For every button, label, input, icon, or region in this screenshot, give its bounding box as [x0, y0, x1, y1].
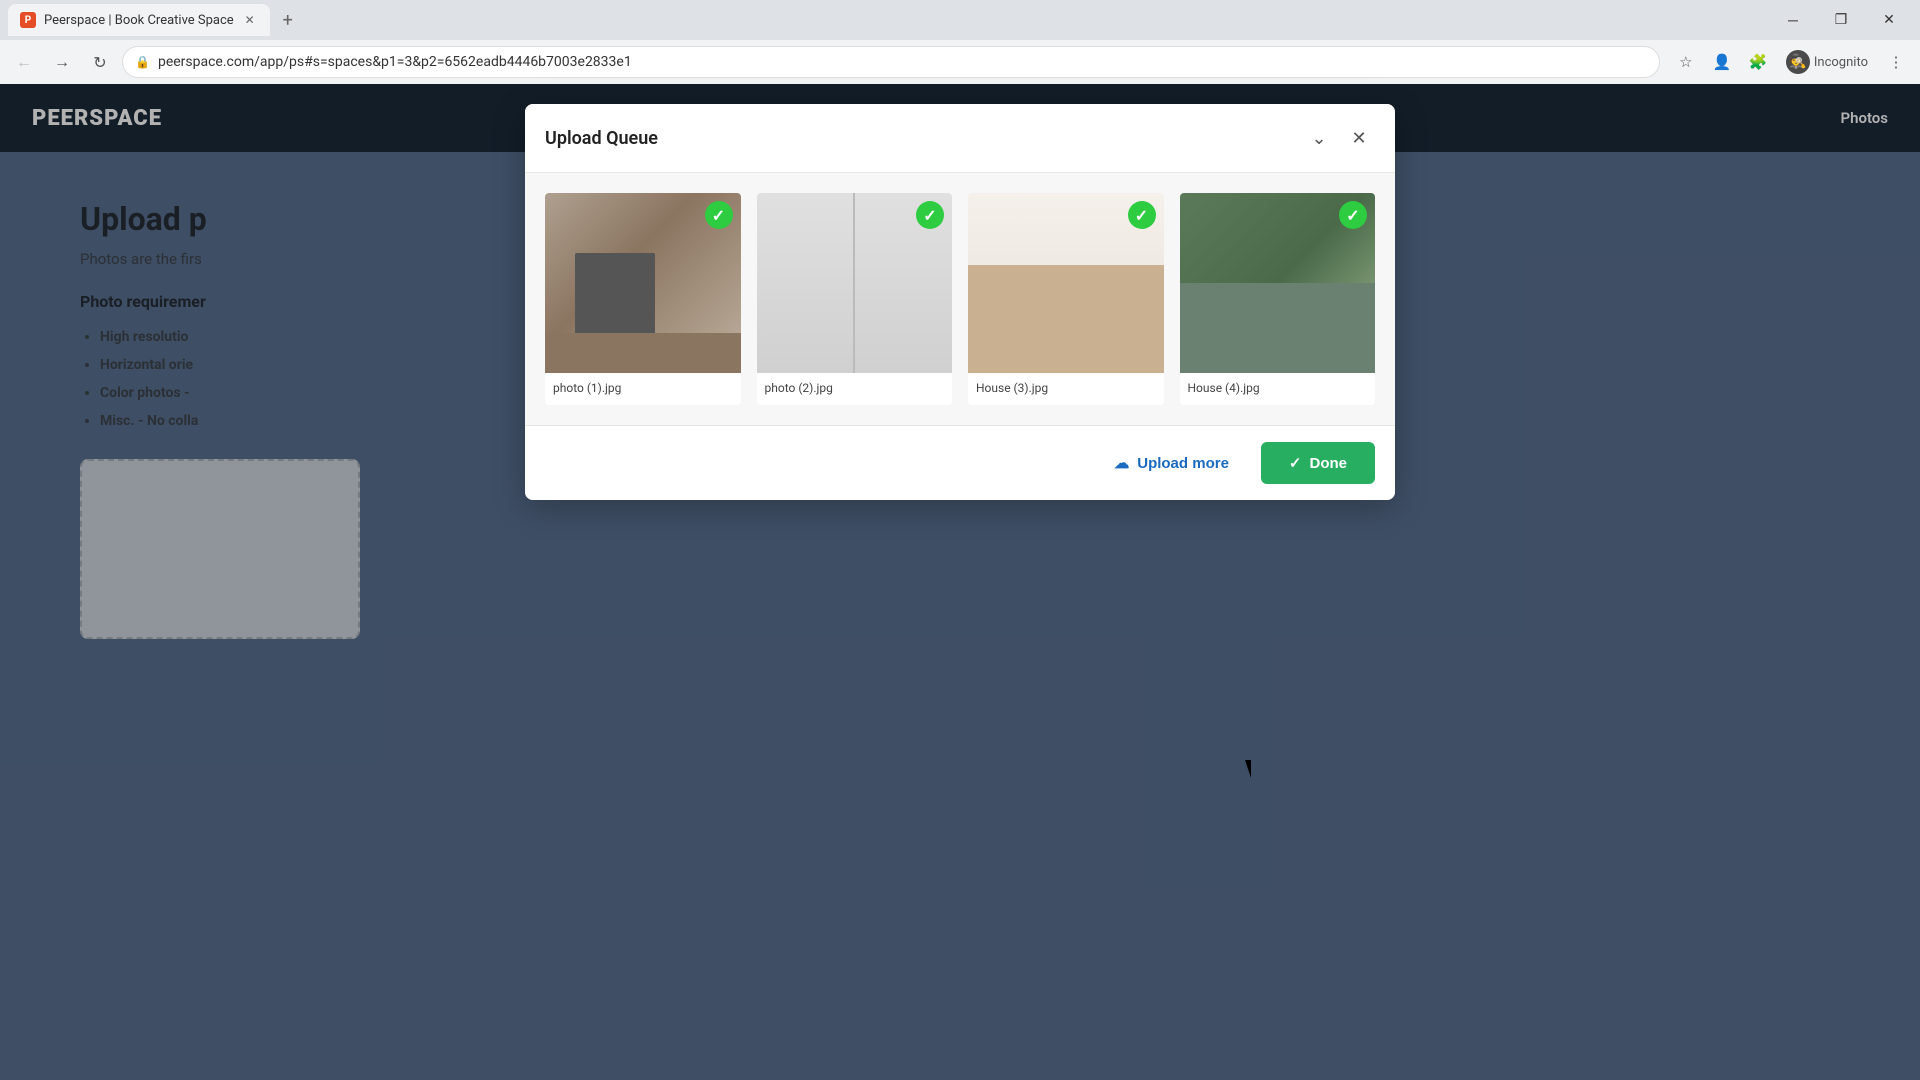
photo-item-4: ✓ House (4).jpg — [1180, 193, 1376, 405]
profile-button[interactable]: 👤 — [1706, 46, 1738, 78]
modal-footer: ☁ Upload more ✓ Done — [525, 425, 1395, 500]
extension-button[interactable]: 🧩 — [1742, 46, 1774, 78]
close-button[interactable]: ✕ — [1866, 0, 1912, 40]
modal-title: Upload Queue — [545, 128, 658, 149]
reload-button[interactable]: ↻ — [84, 46, 116, 78]
address-bar[interactable]: 🔒 peerspace.com/app/ps#s=spaces&p1=3&p2=… — [122, 46, 1660, 78]
done-check-icon: ✓ — [1289, 454, 1302, 472]
forward-button[interactable]: → — [46, 46, 78, 78]
done-button[interactable]: ✓ Done — [1261, 442, 1375, 484]
photo-filename-2: photo (2).jpg — [757, 373, 953, 405]
photo-grid: ✓ photo (1).jpg ✓ photo (2).jpg ✓ House … — [545, 193, 1375, 405]
maximize-button[interactable]: ❐ — [1818, 0, 1864, 40]
incognito-icon: 🕵 — [1786, 50, 1810, 74]
modal-header-actions: ⌄ ✕ — [1303, 122, 1375, 154]
photo-item-3: ✓ House (3).jpg — [968, 193, 1164, 405]
browser-title-bar: P Peerspace | Book Creative Space ✕ + ─ … — [0, 0, 1920, 40]
new-tab-button[interactable]: + — [274, 6, 302, 34]
browser-nav-bar: ← → ↻ 🔒 peerspace.com/app/ps#s=spaces&p1… — [0, 40, 1920, 84]
modal-overlay: Upload Queue ⌄ ✕ ✓ photo (1).jpg — [0, 84, 1920, 1080]
window-controls: ─ ❐ ✕ — [1770, 0, 1912, 40]
photo-filename-3: House (3).jpg — [968, 373, 1164, 405]
incognito-badge[interactable]: 🕵 Incognito — [1778, 46, 1876, 78]
photo-filename-1: photo (1).jpg — [545, 373, 741, 405]
lock-icon: 🔒 — [135, 55, 150, 69]
photo-check-2: ✓ — [916, 201, 944, 229]
photo-item-1: ✓ photo (1).jpg — [545, 193, 741, 405]
photo-item-2: ✓ photo (2).jpg — [757, 193, 953, 405]
bookmark-button[interactable]: ☆ — [1670, 46, 1702, 78]
upload-queue-modal: Upload Queue ⌄ ✕ ✓ photo (1).jpg — [525, 104, 1395, 500]
modal-minimize-button[interactable]: ⌄ — [1303, 122, 1335, 154]
chevron-down-icon: ⌄ — [1311, 128, 1326, 149]
done-label: Done — [1310, 455, 1348, 472]
photo-check-1: ✓ — [705, 201, 733, 229]
photo-check-3: ✓ — [1128, 201, 1156, 229]
close-icon: ✕ — [1351, 128, 1366, 149]
back-button[interactable]: ← — [8, 46, 40, 78]
photo-filename-4: House (4).jpg — [1180, 373, 1376, 405]
minimize-button[interactable]: ─ — [1770, 0, 1816, 40]
browser-chrome: P Peerspace | Book Creative Space ✕ + ─ … — [0, 0, 1920, 84]
tab-favicon: P — [20, 12, 36, 28]
url-text: peerspace.com/app/ps#s=spaces&p1=3&p2=65… — [158, 54, 632, 70]
photo-check-4: ✓ — [1339, 201, 1367, 229]
incognito-label: Incognito — [1814, 55, 1868, 70]
modal-header: Upload Queue ⌄ ✕ — [525, 104, 1395, 173]
modal-close-button[interactable]: ✕ — [1343, 122, 1375, 154]
browser-actions: ☆ 👤 🧩 🕵 Incognito ⋮ — [1670, 46, 1912, 78]
upload-more-label: Upload more — [1137, 455, 1229, 472]
tab-close-button[interactable]: ✕ — [242, 12, 258, 28]
browser-tab[interactable]: P Peerspace | Book Creative Space ✕ — [8, 4, 270, 36]
modal-body: ✓ photo (1).jpg ✓ photo (2).jpg ✓ House … — [525, 173, 1395, 425]
upload-cloud-icon: ☁ — [1114, 454, 1129, 472]
menu-button[interactable]: ⋮ — [1880, 46, 1912, 78]
upload-more-button[interactable]: ☁ Upload more — [1094, 444, 1249, 482]
tab-title: Peerspace | Book Creative Space — [44, 13, 234, 28]
